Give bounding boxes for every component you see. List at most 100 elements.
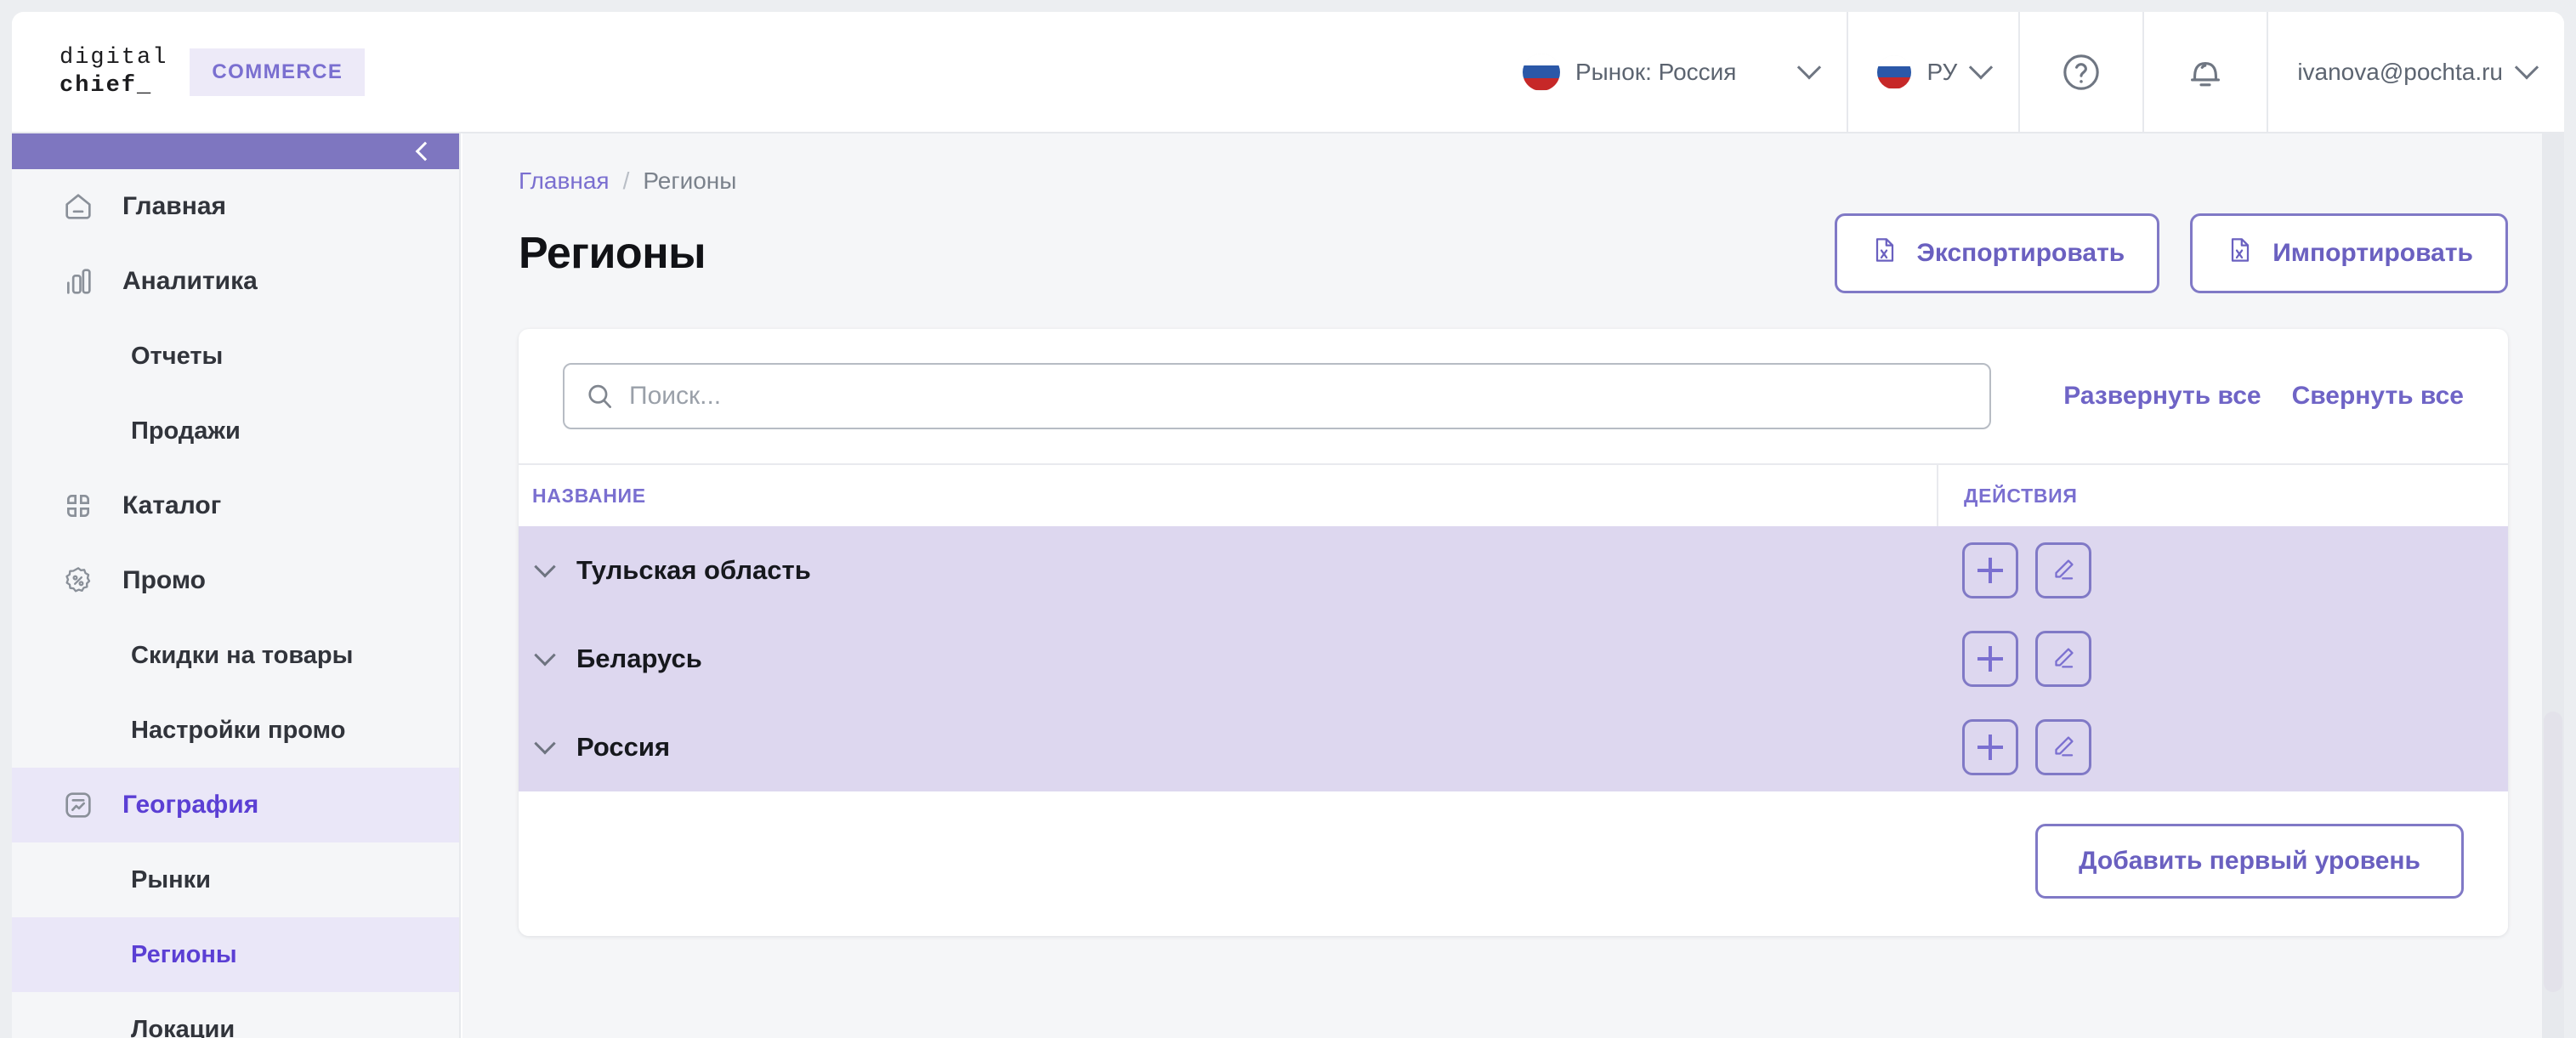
sidebar-nav-list: Главная Аналитика Отчеты Продажи Каталог… [12, 169, 459, 1038]
edit-button[interactable] [2035, 631, 2091, 687]
table-header-row: НАЗВАНИЕ ДЕЙСТВИЯ [519, 463, 2508, 526]
row-name-label: Беларусь [576, 644, 702, 673]
row-actions-cell [1937, 631, 2091, 687]
sidebar-item-lokatsii[interactable]: Локации [12, 992, 459, 1038]
page-scrollbar[interactable] [2542, 133, 2564, 1038]
scrollbar-thumb[interactable] [2544, 712, 2562, 992]
help-button[interactable] [2018, 12, 2142, 133]
pencil-icon [2049, 732, 2078, 763]
edit-button[interactable] [2035, 542, 2091, 598]
brand-line-2: chief_ [60, 72, 153, 99]
regions-card: Развернуть все Свернуть все НАЗВАНИЕ ДЕЙ… [519, 329, 2508, 936]
sidebar-item-rynki[interactable]: Рынки [12, 842, 459, 917]
sidebar-item-label: Рынки [131, 865, 211, 893]
chevron-down-icon[interactable] [534, 556, 556, 578]
top-header-bar: digital chief_ COMMERCE Рынок: Россия РУ… [12, 12, 2564, 133]
map-chart-icon [60, 786, 97, 824]
breadcrumb-separator: / [622, 167, 630, 194]
user-email-label: ivanova@pochta.ru [2297, 58, 2503, 85]
pencil-icon [2049, 644, 2078, 675]
language-selector-label: РУ [1926, 58, 1958, 85]
sidebar-item-glavnaya[interactable]: Главная [12, 169, 459, 244]
brand-line-1: digital [60, 44, 168, 71]
sidebar-item-skidki-na-tovary[interactable]: Скидки на товары [12, 618, 459, 693]
table-row[interactable]: Россия [519, 703, 2508, 791]
plus-icon [1977, 646, 2003, 672]
plus-icon [1977, 558, 2003, 583]
search-input[interactable] [563, 363, 1991, 429]
card-toolbar: Развернуть все Свернуть все [519, 329, 2508, 463]
column-header-actions: ДЕЙСТВИЯ [1937, 465, 2508, 526]
plus-icon [1977, 735, 2003, 760]
sidebar-navigation: Главная Аналитика Отчеты Продажи Каталог… [12, 133, 461, 1038]
sidebar-item-label: Отчеты [131, 342, 224, 370]
table-row[interactable]: Тульская область [519, 526, 2508, 615]
page-title: Регионы [519, 229, 706, 278]
search-icon [583, 380, 616, 412]
sidebar-item-prodazhi[interactable]: Продажи [12, 394, 459, 468]
page-header: Регионы Экспортировать Импортировать [519, 213, 2508, 293]
expand-all-link[interactable]: Развернуть все [2063, 382, 2261, 411]
column-header-name: НАЗВАНИЕ [532, 484, 646, 507]
pencil-icon [2049, 555, 2078, 587]
add-child-button[interactable] [1962, 631, 2018, 687]
sidebar-item-katalog[interactable]: Каталог [12, 468, 459, 543]
brand-logo[interactable]: digital chief_ COMMERCE [12, 44, 366, 100]
add-child-button[interactable] [1962, 542, 2018, 598]
sidebar-item-geografiya[interactable]: География [12, 768, 459, 842]
sidebar-item-label: Локации [131, 1015, 235, 1038]
sidebar-item-label: Аналитика [122, 267, 258, 295]
sidebar-item-promo[interactable]: Промо [12, 543, 459, 618]
help-circle-icon [2059, 50, 2103, 94]
bar-chart-icon [60, 263, 97, 300]
chevron-down-icon[interactable] [534, 644, 556, 666]
chevron-down-icon [1969, 54, 1994, 79]
import-button-label: Импортировать [2272, 239, 2473, 267]
sidebar-item-label: Продажи [131, 417, 241, 445]
row-name-cell: Россия [519, 732, 1937, 763]
row-name-cell: Беларусь [519, 644, 1937, 674]
sidebar-item-label: Каталог [122, 491, 222, 519]
excel-file-icon [1870, 235, 1900, 272]
breadcrumb-current: Регионы [643, 167, 737, 194]
sidebar-collapse-button[interactable] [12, 133, 459, 169]
table-row[interactable]: Беларусь [519, 615, 2508, 703]
sidebar-item-label: Промо [122, 566, 206, 594]
import-button[interactable]: Импортировать [2190, 213, 2508, 293]
sidebar-item-label: Регионы [131, 940, 237, 968]
chevron-down-icon [2514, 54, 2539, 79]
chevron-down-icon [1797, 54, 1822, 79]
header-right-cluster: Рынок: Россия РУ ivanova@pochta.ru [1494, 12, 2564, 133]
export-button[interactable]: Экспортировать [1834, 213, 2160, 293]
sidebar-item-analitika[interactable]: Аналитика [12, 244, 459, 319]
notifications-button[interactable] [2142, 12, 2267, 133]
main-content: Главная / Регионы Регионы Экспортировать… [462, 133, 2564, 1038]
add-first-level-button[interactable]: Добавить первый уровень [2035, 824, 2464, 899]
language-selector[interactable]: РУ [1847, 12, 2018, 133]
sidebar-item-nastroyki-promo[interactable]: Настройки промо [12, 693, 459, 768]
percent-badge-icon [60, 562, 97, 599]
home-icon [60, 188, 97, 225]
sidebar-item-label: География [122, 791, 259, 819]
collapse-all-link[interactable]: Свернуть все [2292, 382, 2464, 411]
tree-toggle-links: Развернуть все Свернуть все [2063, 382, 2464, 411]
edit-button[interactable] [2035, 719, 2091, 775]
brand-badge-commerce: COMMERCE [190, 48, 366, 96]
sidebar-item-label: Скидки на товары [131, 641, 354, 669]
breadcrumb: Главная / Регионы [519, 167, 2508, 195]
market-selector[interactable]: Рынок: Россия [1494, 12, 1847, 133]
row-actions-cell [1937, 719, 2091, 775]
chevron-left-icon [415, 141, 435, 162]
user-account-menu[interactable]: ivanova@pochta.ru [2267, 12, 2564, 133]
breadcrumb-link-home[interactable]: Главная [519, 167, 610, 195]
sidebar-item-otchety[interactable]: Отчеты [12, 319, 459, 394]
chevron-down-icon[interactable] [534, 733, 556, 755]
bell-icon [2183, 50, 2227, 94]
sidebar-item-regiony[interactable]: Регионы [12, 917, 459, 992]
app-root: digital chief_ COMMERCE Рынок: Россия РУ… [0, 0, 2576, 1038]
row-name-cell: Тульская область [519, 555, 1937, 586]
table-body: Тульская область Беларусь Россия [519, 526, 2508, 791]
add-child-button[interactable] [1962, 719, 2018, 775]
card-footer: Добавить первый уровень [519, 791, 2508, 936]
row-name-label: Россия [576, 732, 671, 762]
